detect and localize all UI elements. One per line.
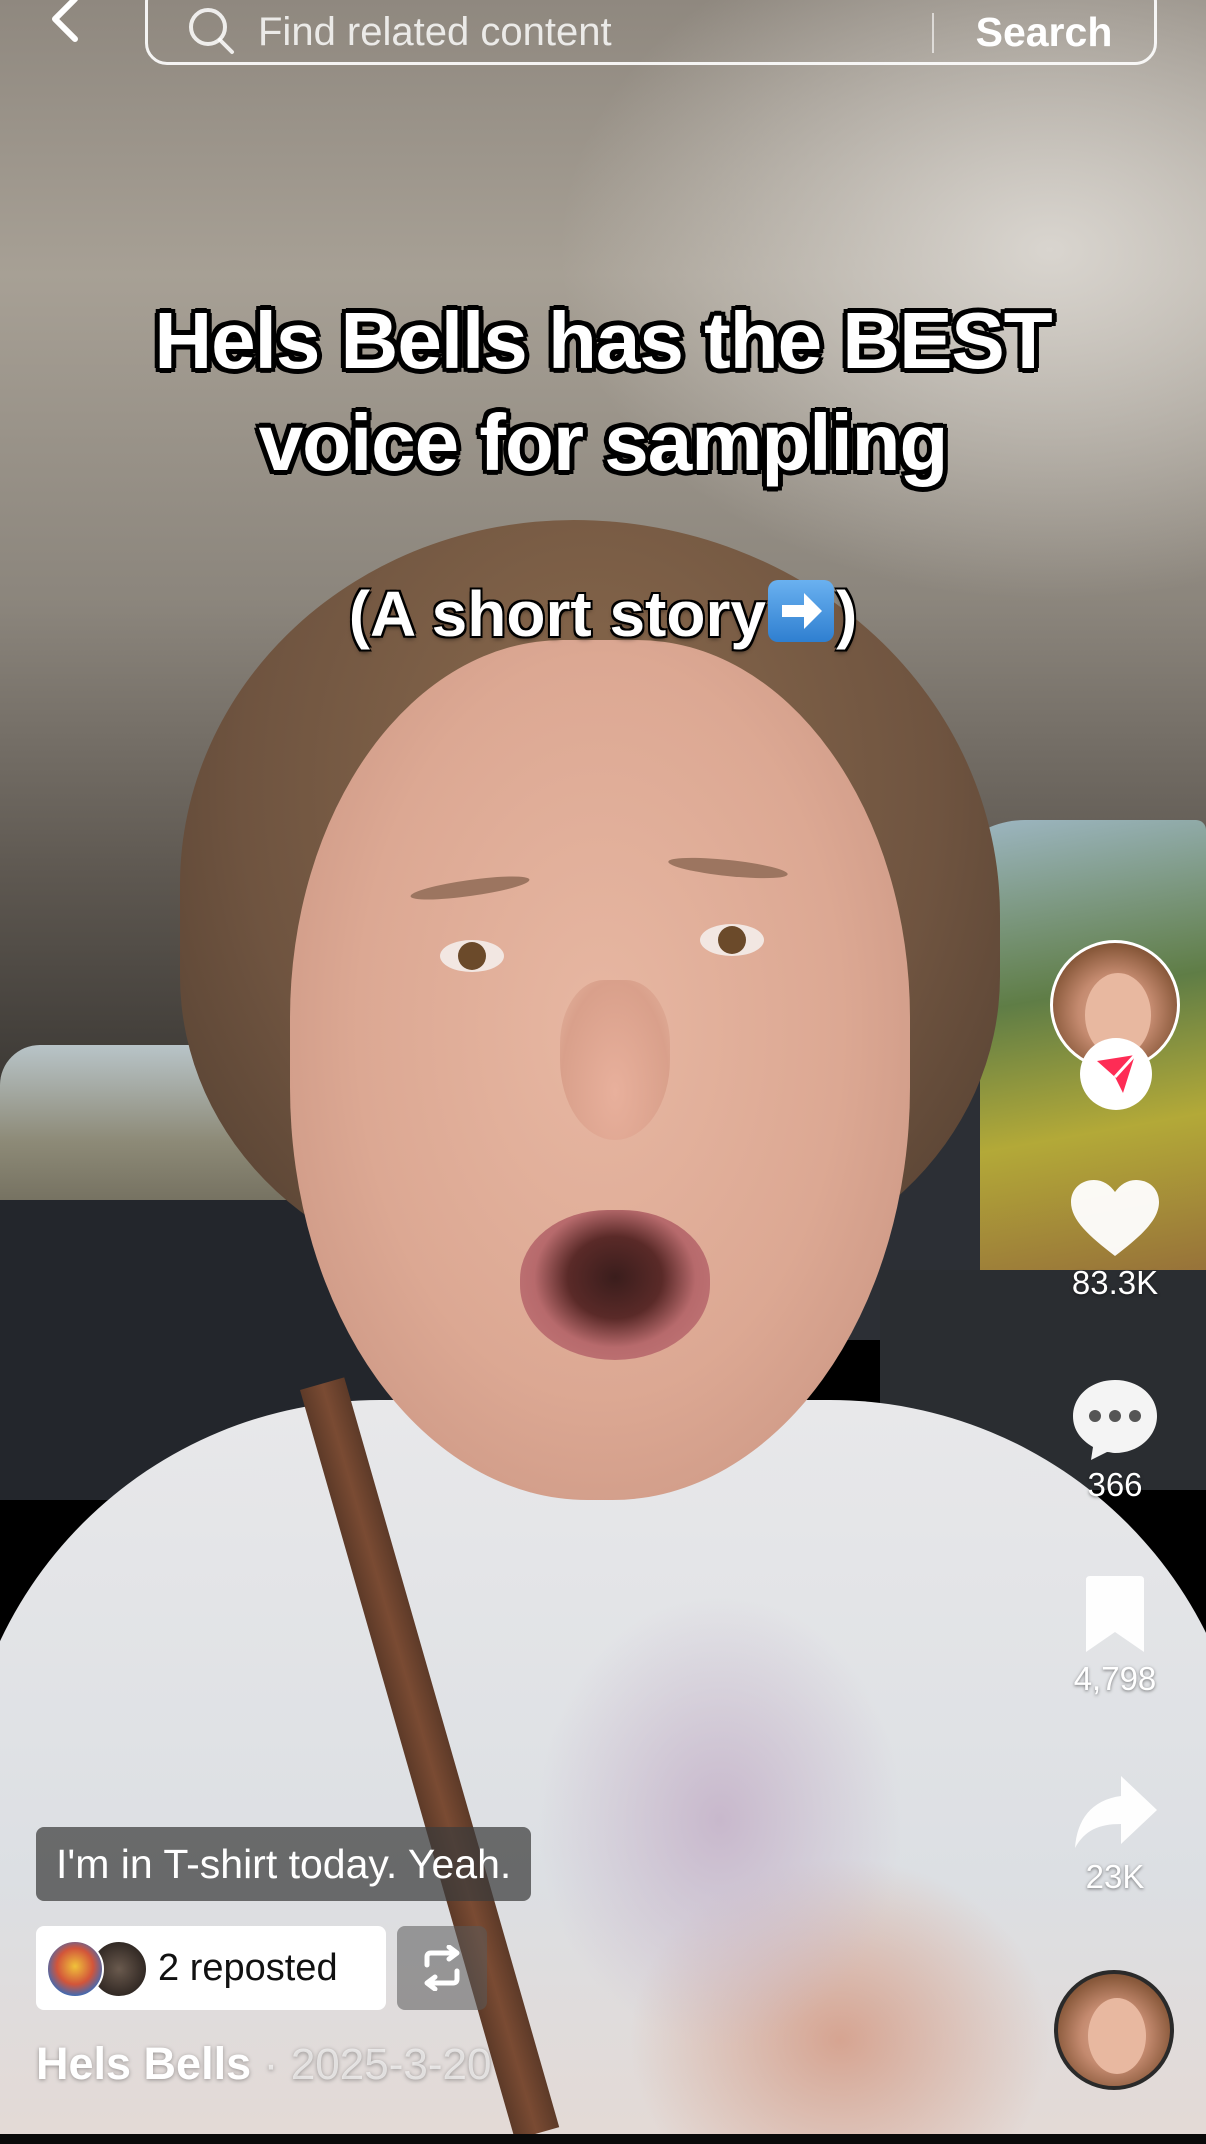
reposted-by[interactable]: 2 reposted xyxy=(36,1926,386,2010)
comment-button[interactable]: 366 xyxy=(1040,1376,1190,1504)
chevron-left-icon xyxy=(52,0,78,42)
title-line-1: Hels Bells has the BEST xyxy=(154,296,1052,385)
save-count: 4,798 xyxy=(1073,1660,1157,1697)
search-input[interactable]: Find related content xyxy=(258,10,932,55)
post-date: 2025-3-20 xyxy=(290,2040,492,2089)
left-eye xyxy=(440,940,504,972)
save-button[interactable]: 4,798 xyxy=(1040,1574,1190,1698)
title-line-2: voice for sampling xyxy=(258,398,949,487)
music-disc[interactable] xyxy=(1054,1970,1174,2090)
video-screen[interactable]: Find related content Search Hels Bells h… xyxy=(0,0,1206,2144)
like-count: 83.3K xyxy=(1071,1264,1159,1301)
subtitle-text-end: ) xyxy=(835,578,858,650)
send-icon xyxy=(1097,1053,1137,1093)
bottom-strip xyxy=(0,2134,1206,2144)
author-line: Hels Bells · 2025-3-20 xyxy=(36,2038,491,2090)
search-icon xyxy=(189,7,234,54)
person-nose xyxy=(560,980,670,1140)
right-arrow-emoji-icon xyxy=(767,580,834,642)
video-subtitle-overlay: (A short story) xyxy=(60,574,1146,654)
date-separator: · xyxy=(263,2040,279,2089)
comment-count: 366 xyxy=(1087,1466,1143,1503)
repost-icon xyxy=(424,1945,460,1991)
repost-label: 2 reposted xyxy=(158,1946,338,1989)
top-bar: Find related content Search xyxy=(0,0,1206,80)
follow-button[interactable] xyxy=(1080,1038,1152,1110)
share-button[interactable]: 23K xyxy=(1040,1772,1190,1896)
comment-icon xyxy=(1073,1380,1157,1460)
share-icon xyxy=(1075,1776,1157,1848)
avatar xyxy=(46,1940,104,1998)
search-bar[interactable]: Find related content Search xyxy=(145,0,1157,65)
search-button[interactable]: Search xyxy=(934,9,1154,56)
share-count: 23K xyxy=(1085,1858,1145,1895)
repost-avatars xyxy=(46,1926,156,2010)
repost-button[interactable] xyxy=(397,1926,487,2010)
back-button[interactable] xyxy=(40,0,90,50)
subtitle-text-start: (A short story xyxy=(348,578,766,650)
closed-caption: I'm in T-shirt today. Yeah. xyxy=(36,1827,532,1901)
author-name[interactable]: Hels Bells xyxy=(36,2038,251,2089)
video-title-overlay: Hels Bells has the BEST voice for sampli… xyxy=(60,290,1146,494)
right-eye xyxy=(700,924,764,956)
like-button[interactable]: 83.3K xyxy=(1040,1178,1190,1302)
bookmark-icon xyxy=(1086,1576,1144,1652)
person-mouth xyxy=(520,1210,710,1360)
person-shirt xyxy=(0,1400,1206,2144)
heart-icon xyxy=(1071,1180,1159,1256)
